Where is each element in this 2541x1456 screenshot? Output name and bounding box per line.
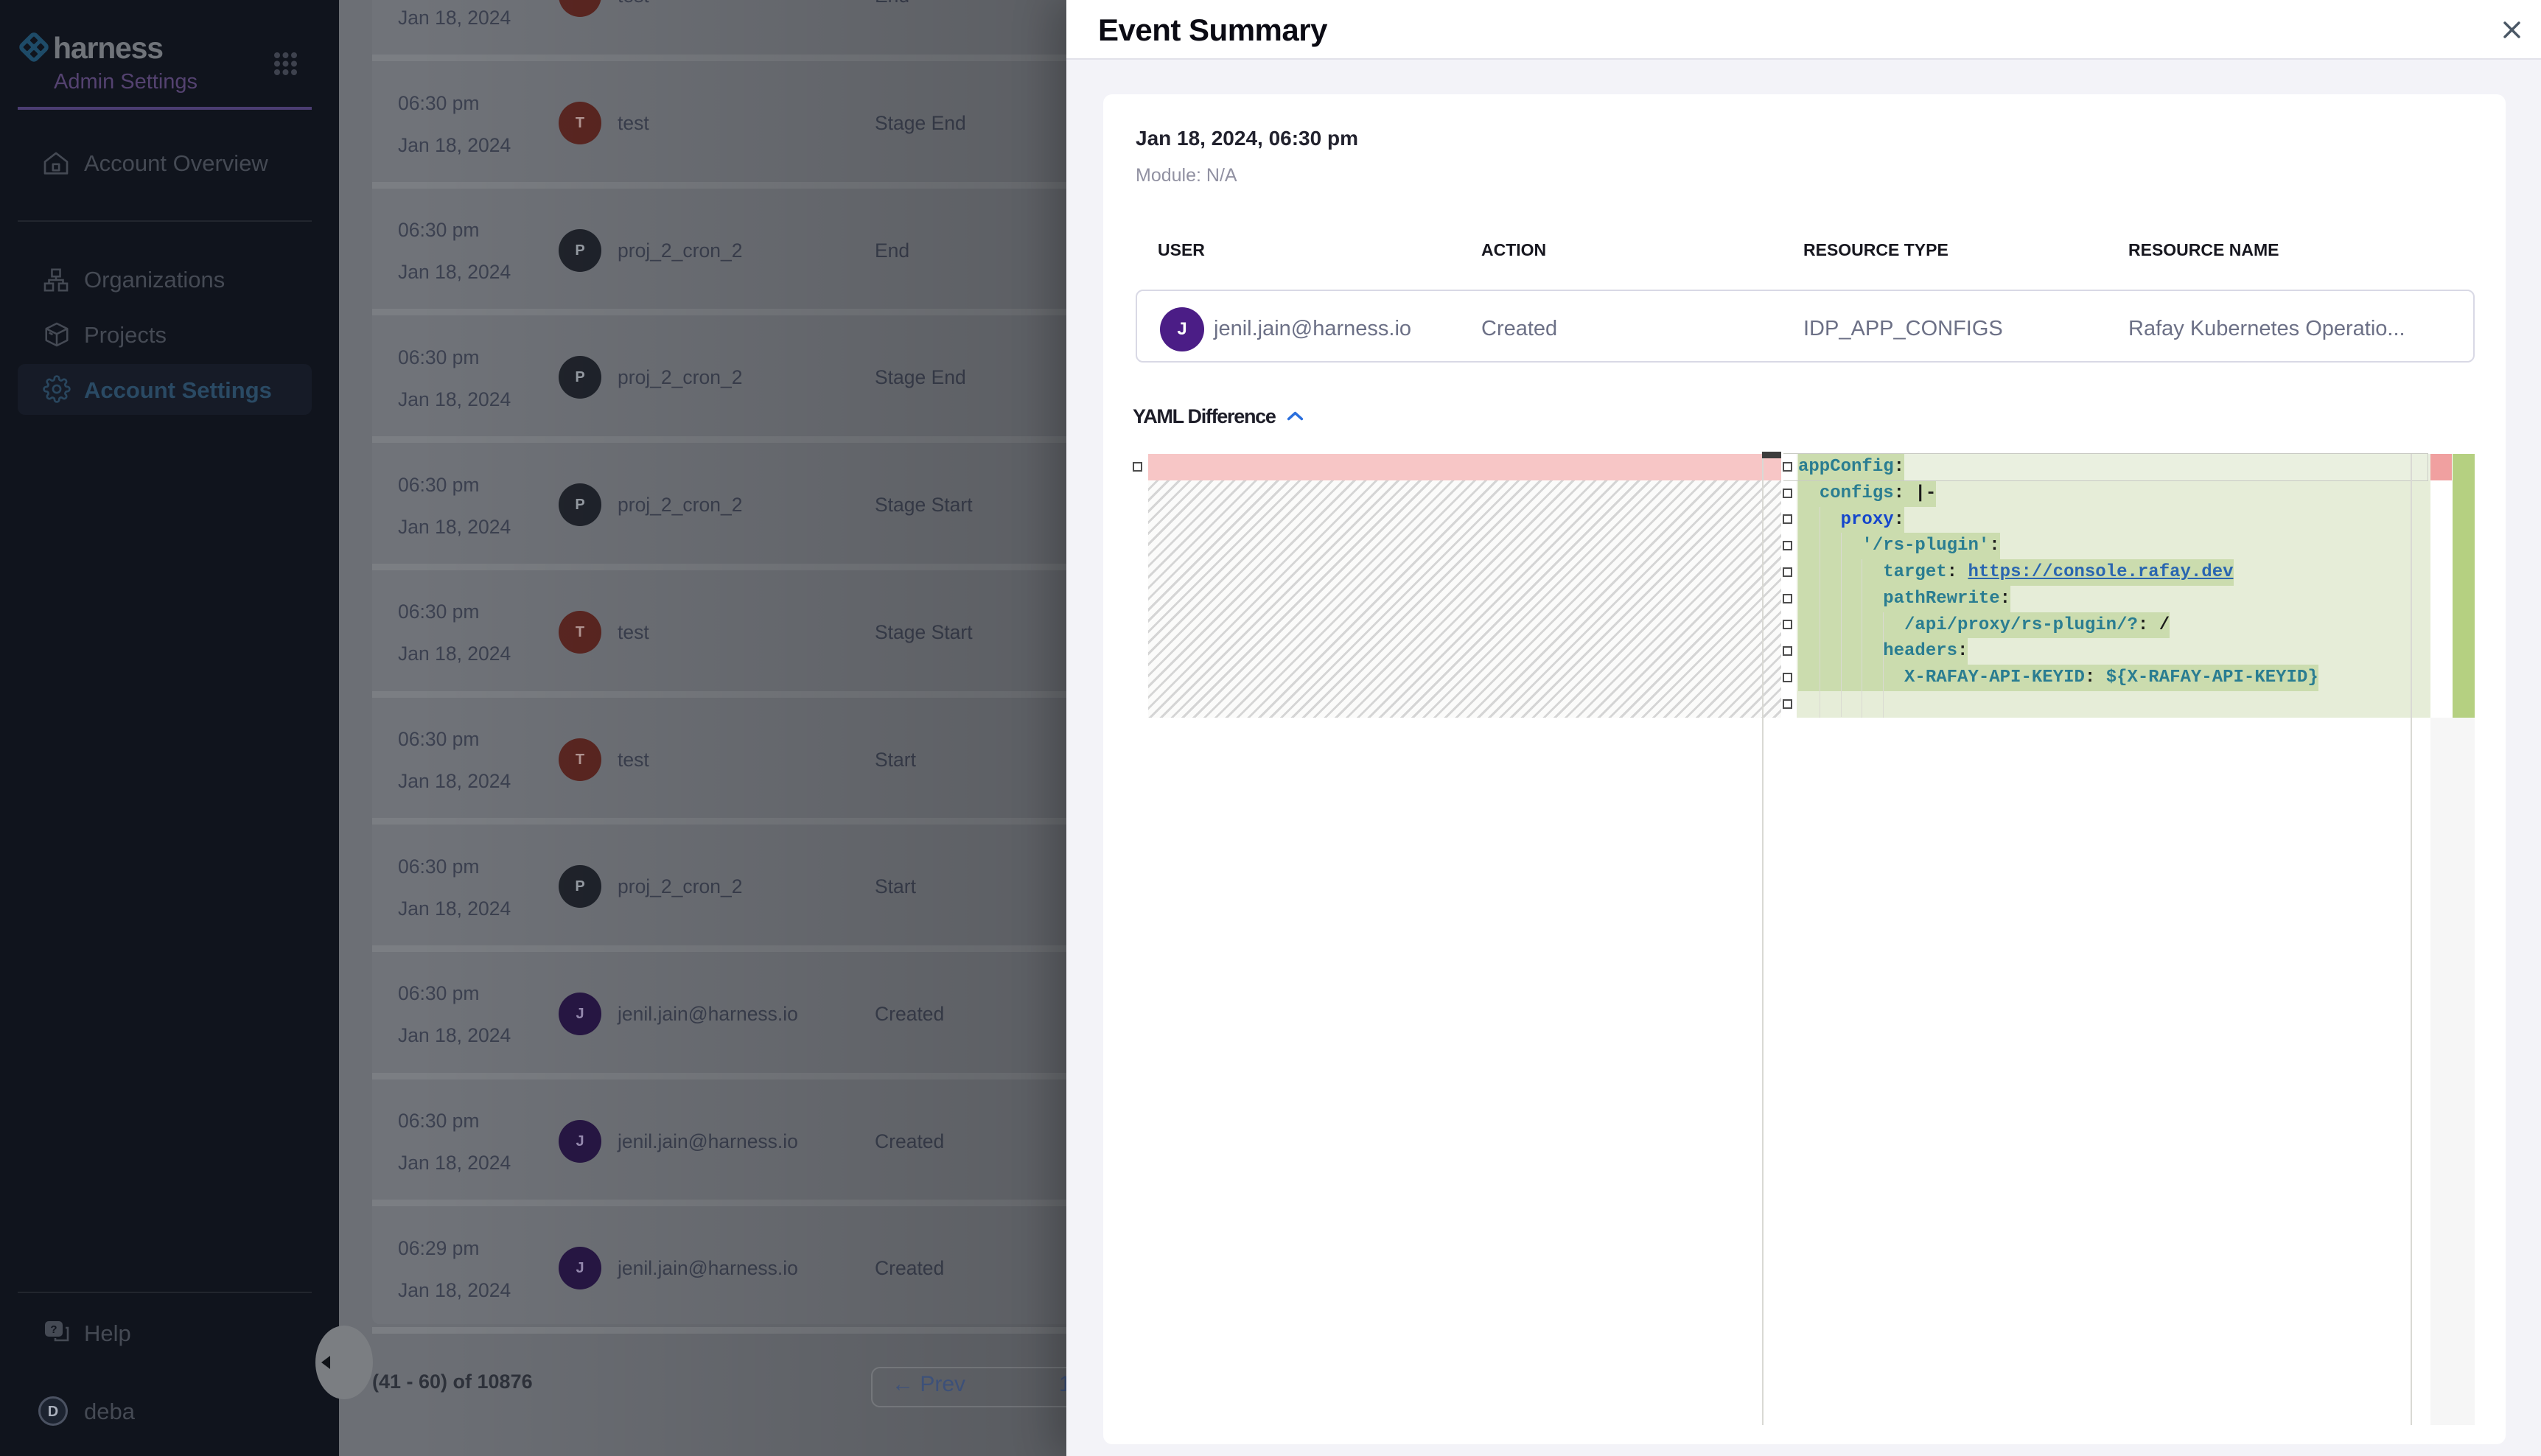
svg-text:?: ? xyxy=(50,1323,57,1336)
